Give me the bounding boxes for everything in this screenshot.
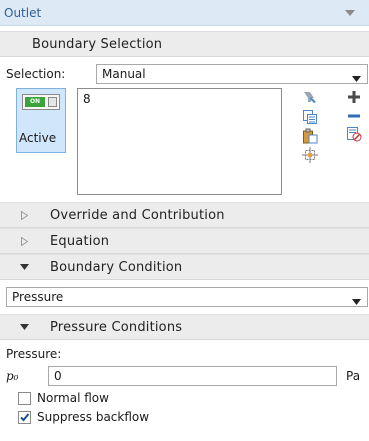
panel-title: Outlet (4, 5, 42, 20)
section-override-contribution-label: Override and Contribution (50, 207, 225, 223)
normal-flow-checkbox[interactable] (18, 391, 31, 405)
section-override-contribution[interactable]: Override and Contribution (0, 202, 369, 228)
remove-icon[interactable] (345, 107, 363, 125)
suppress-backflow-checkbox-row[interactable]: Suppress backflow (18, 409, 149, 425)
zoom-selection-icon[interactable] (301, 146, 319, 164)
active-toggle-panel: ON Active (16, 88, 66, 153)
paste-selection-icon[interactable] (301, 88, 319, 106)
paste-icon[interactable] (301, 127, 319, 145)
section-boundary-selection[interactable]: Boundary Selection (0, 31, 369, 57)
panel-title-bar: Outlet (0, 0, 369, 26)
selection-dropdown[interactable]: Manual (96, 64, 368, 84)
section-pressure-conditions[interactable]: Pressure Conditions (0, 314, 369, 340)
normal-flow-checkbox-row[interactable]: Normal flow (18, 390, 109, 406)
toggle-on-indicator: ON (25, 97, 45, 107)
normal-flow-label: Normal flow (37, 391, 109, 405)
checkmark-icon (20, 412, 30, 421)
pressure-label: Pressure: (6, 347, 62, 361)
active-toggle-switch[interactable]: ON (22, 94, 60, 110)
boundary-condition-dropdown[interactable]: Pressure (6, 287, 368, 307)
pressure-input[interactable]: 0 (48, 366, 337, 386)
chevron-down-icon (18, 261, 30, 273)
pressure-unit: Pa (346, 369, 361, 383)
collapse-panel-icon[interactable] (343, 8, 357, 18)
boundary-condition-value: Pressure (12, 290, 64, 304)
add-icon[interactable] (345, 88, 363, 106)
clear-selection-icon[interactable] (345, 125, 363, 143)
suppress-backflow-label: Suppress backflow (37, 410, 150, 424)
active-label: Active (19, 131, 57, 145)
toggle-knob (48, 97, 57, 107)
selection-label: Selection: (6, 67, 66, 81)
chevron-down-icon (18, 321, 30, 333)
suppress-backflow-checkbox[interactable] (18, 410, 31, 424)
list-item[interactable]: 8 (83, 92, 276, 106)
pressure-symbol: p₀ (6, 369, 19, 383)
copy-selection-icon[interactable] (301, 108, 319, 126)
chevron-down-icon (352, 294, 361, 308)
section-boundary-selection-label: Boundary Selection (32, 36, 163, 52)
section-equation[interactable]: Equation (0, 228, 369, 254)
section-equation-label: Equation (50, 233, 110, 249)
section-boundary-condition-label: Boundary Condition (50, 259, 183, 275)
section-pressure-conditions-label: Pressure Conditions (50, 319, 183, 335)
selection-dropdown-value: Manual (102, 67, 146, 81)
boundary-listbox[interactable]: 8 (77, 88, 282, 195)
chevron-down-icon (352, 71, 361, 85)
chevron-right-icon (18, 235, 30, 247)
pressure-input-value: 0 (54, 369, 62, 383)
section-boundary-condition[interactable]: Boundary Condition (0, 254, 369, 280)
chevron-right-icon (18, 209, 30, 221)
